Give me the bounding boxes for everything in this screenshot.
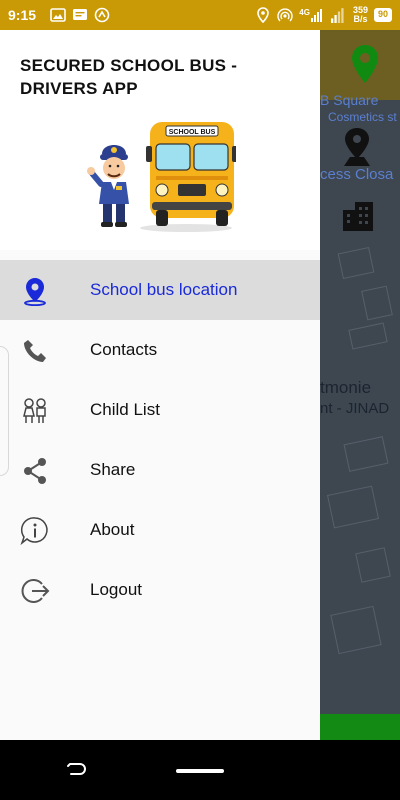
building-icon — [343, 202, 373, 231]
map-label: cess Closa — [320, 166, 394, 183]
school-bus-driver-illustration: SCHOOL BUS — [87, 122, 236, 232]
map-pin-icon[interactable] — [350, 44, 380, 84]
info-icon — [20, 516, 50, 546]
menu-label-logout: Logout — [90, 580, 142, 599]
drawer-header: SECURED SCHOOL BUS - DRIVERS APP SCHOOL … — [0, 30, 320, 250]
menu-label-share: Share — [90, 460, 136, 479]
net-speed: 359 B/s — [353, 6, 368, 24]
map-street — [361, 285, 393, 321]
bus-sign-text: SCHOOL BUS — [169, 129, 216, 136]
signal-icon: 4G — [299, 8, 325, 22]
map-label: Cosmetics st — [328, 110, 397, 124]
map-street — [348, 322, 388, 350]
school-bus-figure: SCHOOL BUS — [146, 122, 236, 226]
drawer-menu: School bus location Contacts Child List … — [0, 260, 320, 620]
driver-figure — [87, 145, 129, 227]
menu-label-child-list: Child List — [90, 400, 160, 419]
map-label: B Square — [320, 92, 379, 108]
drawer-edge-handle[interactable] — [0, 346, 9, 476]
map-street — [337, 246, 375, 280]
drawer-title: SECURED SCHOOL BUS - DRIVERS APP — [20, 56, 238, 98]
map-label: tmonie — [320, 378, 372, 397]
net-speed-unit: B/s — [353, 14, 368, 24]
map-view[interactable]: B Square Cosmetics st cess Closa tmonie … — [320, 30, 400, 740]
location-pin-icon — [20, 276, 50, 306]
phone-icon — [20, 336, 50, 366]
map-street — [343, 436, 389, 472]
menu-item-child-list[interactable]: Child List — [0, 380, 320, 440]
direction-pin-icon — [344, 128, 370, 166]
share-icon — [20, 456, 50, 486]
gallery-icon — [50, 8, 66, 22]
map-toolbar — [320, 30, 400, 100]
navigation-drawer: SECURED SCHOOL BUS - DRIVERS APP SCHOOL … — [0, 30, 320, 740]
map-street — [326, 485, 380, 529]
map-bottom-bar[interactable] — [320, 714, 400, 740]
menu-item-share[interactable]: Share — [0, 440, 320, 500]
menu-label-contacts: Contacts — [90, 340, 158, 359]
map-street — [355, 547, 391, 583]
home-gesture-bar[interactable] — [176, 769, 224, 773]
system-navigation-bar — [0, 740, 400, 800]
signal-2-icon — [330, 8, 344, 23]
status-bar: 9:15 4G 359 B/s 90 — [0, 0, 400, 30]
logout-icon — [20, 576, 50, 606]
menu-label-school-bus-location: School bus location — [90, 280, 238, 299]
map-street — [330, 605, 382, 655]
hotspot-icon — [277, 8, 293, 22]
at-sign-icon — [94, 7, 110, 23]
status-time: 9:15 — [8, 7, 37, 23]
menu-item-school-bus-location[interactable]: School bus location — [0, 260, 320, 320]
menu-item-logout[interactable]: Logout — [0, 560, 320, 620]
map-label: nt - JINAD — [320, 400, 390, 417]
children-icon — [20, 396, 50, 426]
location-icon — [257, 7, 270, 23]
menu-label-about: About — [90, 520, 135, 539]
battery-icon: 90 — [373, 8, 392, 22]
back-icon[interactable] — [64, 758, 88, 782]
message-icon — [73, 9, 88, 20]
menu-item-about[interactable]: About — [0, 500, 320, 560]
network-type: 4G — [299, 8, 310, 17]
menu-item-contacts[interactable]: Contacts — [0, 320, 320, 380]
